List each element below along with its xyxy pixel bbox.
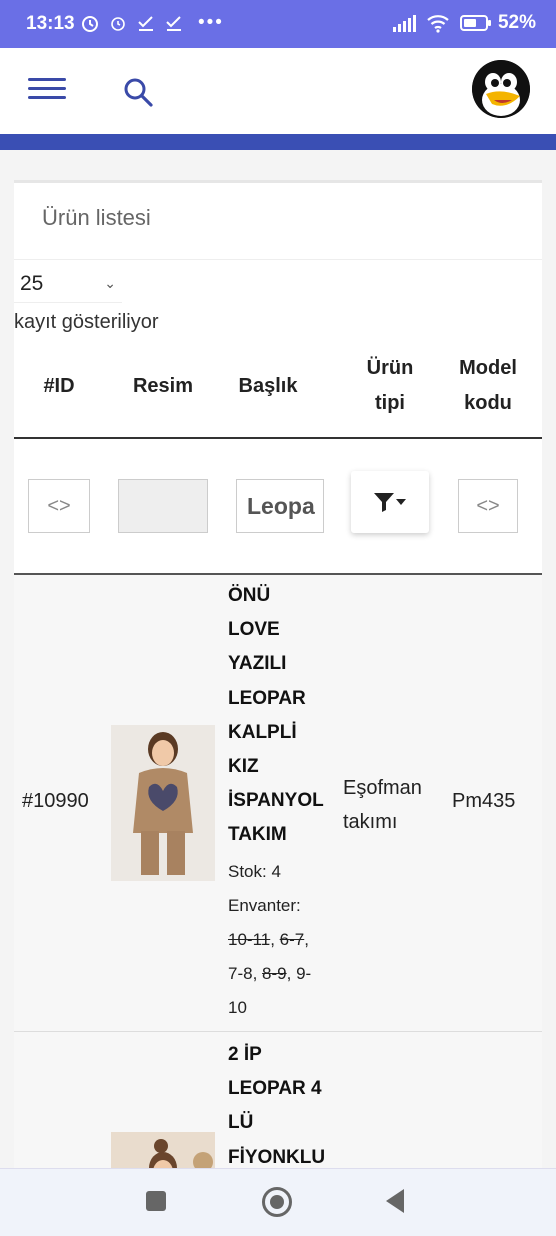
product-title-line: YAZILI <box>228 653 287 675</box>
product-title-line: ÖNÜ <box>228 585 271 606</box>
title-filter-input[interactable]: Leopa <box>236 479 324 533</box>
size-in-stock: 7-8 <box>228 964 253 983</box>
type-filter-dropdown[interactable] <box>351 471 429 533</box>
inventory-sizes-line3: 10 <box>228 998 247 1017</box>
column-header-id[interactable]: #ID <box>28 369 90 404</box>
size-out-of-stock: 6-7 <box>279 930 305 949</box>
product-title-line: LEOPAR <box>228 687 306 709</box>
alarm-icon <box>111 17 125 31</box>
task-done-icon <box>138 16 153 31</box>
product-type-line2: takımı <box>343 811 398 833</box>
product-type[interactable]: Eşofman takımı <box>343 771 422 839</box>
wifi-icon <box>427 15 449 33</box>
status-time: 13:13 <box>26 13 75 34</box>
product-title-line: 2 İP <box>228 1044 262 1065</box>
product-title-line: LOVE <box>228 619 280 641</box>
column-header-type-line1: Ürün <box>366 357 414 379</box>
inventory-sizes-line2: 7-8, 8-9, 9- <box>228 964 312 983</box>
column-header-title[interactable]: Başlık <box>228 369 308 404</box>
image-filter-placeholder <box>118 479 208 533</box>
product-title-line: İSPANYOL <box>228 790 324 812</box>
column-header-image[interactable]: Resim <box>118 369 208 404</box>
page-length-value: 25 <box>20 271 44 295</box>
hamburger-menu-icon[interactable] <box>28 78 66 104</box>
alarm-clock-icon <box>82 16 98 32</box>
penguin-avatar-icon <box>472 60 530 118</box>
filter-icon <box>374 493 406 512</box>
product-title-line: LEOPAR 4 <box>228 1078 322 1100</box>
inventory-sizes-line1: 10-11, 6-7, <box>228 930 309 949</box>
size-in-stock: 9- <box>296 964 312 983</box>
header-divider <box>14 437 542 439</box>
table-row[interactable]: 2 İP LEOPAR 4 LÜ FİYONKLU <box>14 1032 542 1183</box>
chevron-down-icon: ⌄ <box>104 275 116 291</box>
product-title-line: KIZ <box>228 756 259 778</box>
status-icons: ••• <box>80 12 224 34</box>
table-row[interactable]: #10990 ÖNÜ LOVE YAZILI LEOPAR KALPLİ KIZ… <box>14 575 542 1031</box>
task-done-icon-2 <box>166 16 181 31</box>
product-title-line: TAKIM <box>228 824 287 846</box>
id-range-filter[interactable]: <> <box>28 479 90 533</box>
column-header-type[interactable]: Ürün tipi <box>350 351 430 421</box>
divider <box>14 259 542 260</box>
battery-icon <box>459 15 491 31</box>
more-notifications-icon: ••• <box>198 12 224 33</box>
column-header-type-line2: tipi <box>375 392 405 414</box>
home-icon[interactable] <box>262 1187 292 1217</box>
model-range-filter[interactable]: <> <box>458 479 518 533</box>
column-header-model-line2: kodu <box>464 392 512 414</box>
recent-apps-icon[interactable] <box>146 1191 166 1211</box>
product-list-card: Ürün listesi 25 ⌄ kayıt gösteriliyor #ID… <box>14 180 542 1183</box>
card-title: Ürün listesi <box>42 205 151 230</box>
inventory-label: Envanter: <box>228 896 301 915</box>
product-title-line: KALPLİ <box>228 721 297 743</box>
product-title-line: LÜ <box>228 1112 254 1134</box>
product-type-line1: Eşofman <box>343 777 422 799</box>
row-id[interactable]: #10990 <box>22 790 89 813</box>
model-code[interactable]: Pm435 <box>452 790 515 813</box>
column-header-model-line1: Model <box>459 357 517 379</box>
user-avatar[interactable] <box>472 60 530 118</box>
search-icon[interactable] <box>122 76 154 108</box>
records-info: kayıt gösteriliyor <box>14 311 159 333</box>
size-out-of-stock: 10-11 <box>228 930 271 949</box>
stock-info: Stok: 4 Envanter: 10-11, 6-7, 7-8, 8-9, … <box>228 855 344 1025</box>
product-title[interactable]: ÖNÜ LOVE YAZILI LEOPAR KALPLİ KIZ İSPANY… <box>228 579 344 853</box>
product-title[interactable]: 2 İP LEOPAR 4 LÜ FİYONKLU <box>228 1038 344 1175</box>
product-photo-girl-image <box>111 725 215 881</box>
product-thumbnail[interactable] <box>111 725 215 881</box>
status-bar: 13:13 ••• 52% <box>0 0 556 48</box>
column-header-model[interactable]: Model kodu <box>448 351 528 421</box>
top-nav <box>0 48 556 134</box>
stock-count: Stok: 4 <box>228 862 281 881</box>
battery-percent: 52% <box>497 12 536 33</box>
page-length-select[interactable]: 25 ⌄ <box>14 265 122 303</box>
system-nav-bar <box>0 1168 556 1236</box>
signal-icon <box>392 14 416 32</box>
accent-bar <box>0 134 556 150</box>
size-out-of-stock: 8-9 <box>262 964 287 983</box>
back-icon[interactable] <box>386 1189 404 1213</box>
